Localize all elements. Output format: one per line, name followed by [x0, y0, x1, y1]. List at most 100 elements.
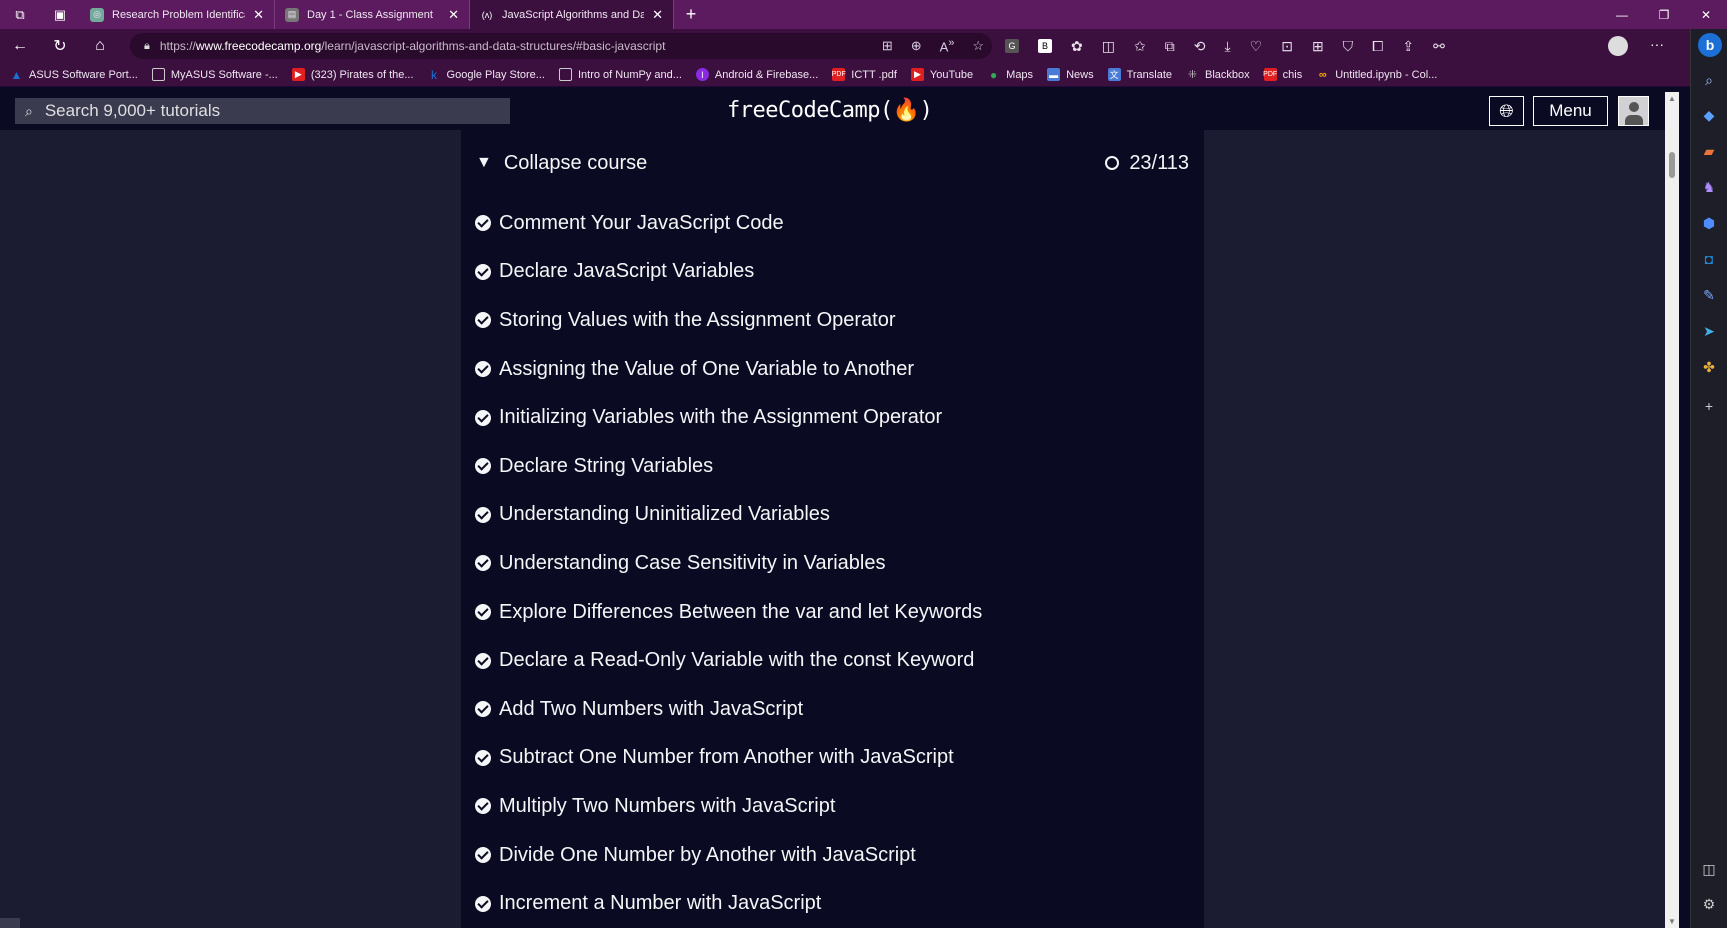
close-tab-icon[interactable]: ✕	[448, 7, 459, 23]
lesson-item[interactable]: Add Two Numbers with JavaScript	[475, 685, 982, 734]
hide-sidebar-icon[interactable]: ◫	[1700, 860, 1718, 878]
add-icon[interactable]: +	[1700, 397, 1718, 415]
lesson-item[interactable]: Subtract One Number from Another with Ja…	[475, 734, 982, 783]
bookmark-myasus[interactable]: MyASUS Software -...	[151, 68, 278, 81]
designer-icon[interactable]: ✎	[1700, 286, 1718, 304]
favorite-star-icon[interactable]: ☆	[972, 38, 984, 54]
check-circle-icon	[475, 604, 491, 621]
search-icon[interactable]: ⌕	[1700, 71, 1718, 89]
home-icon[interactable]: ⌂	[80, 29, 120, 63]
fcc-logo[interactable]: freeCodeCamp(🔥)	[727, 98, 933, 123]
check-circle-icon	[475, 798, 491, 815]
bookmark-pirates[interactable]: ▶ (323) Pirates of the...	[291, 68, 414, 81]
share-icon[interactable]: ⇪	[1402, 38, 1414, 55]
new-tab-button[interactable]: +	[674, 4, 708, 25]
lesson-item[interactable]: Storing Values with the Assignment Opera…	[475, 296, 982, 345]
restore-icon[interactable]: ❐	[1643, 0, 1685, 29]
avatar-head	[1629, 102, 1639, 112]
collapse-course-button[interactable]: ▼ Collapse course 23/113	[476, 150, 1189, 176]
lesson-item[interactable]: Understanding Case Sensitivity in Variab…	[475, 539, 982, 588]
bookmark-news[interactable]: ▬ News	[1047, 68, 1094, 81]
address-bar[interactable]: 🔒︎ https://www.freecodecamp.org/learn/ja…	[130, 33, 992, 59]
lesson-item[interactable]: Declare String Variables	[475, 442, 982, 491]
lesson-item[interactable]: Divide One Number by Another with JavaSc…	[475, 831, 982, 880]
extensions-icon[interactable]: ✿	[1071, 38, 1083, 55]
menu-button[interactable]: Menu	[1533, 96, 1608, 126]
scroll-corner	[0, 918, 20, 928]
bookmark-youtube[interactable]: ▶ YouTube	[910, 68, 973, 81]
close-tab-icon[interactable]: ✕	[253, 7, 264, 23]
tools-icon[interactable]: ▰	[1700, 142, 1718, 160]
shopping-tag-icon[interactable]: ◆	[1700, 106, 1718, 124]
collections-icon[interactable]: ⧉	[1165, 38, 1175, 55]
lesson-item[interactable]: Understanding Uninitialized Variables	[475, 491, 982, 540]
lesson-item[interactable]: Multiply Two Numbers with JavaScript	[475, 782, 982, 831]
user-avatar[interactable]	[1618, 96, 1649, 126]
bookmark-asus[interactable]: ▲ ASUS Software Port...	[10, 68, 138, 82]
bookmark-translate[interactable]: 文 Translate	[1107, 68, 1172, 81]
microsoft-365-icon[interactable]: ⬢	[1700, 214, 1718, 232]
bookmarks-bar: ▲ ASUS Software Port... MyASUS Software -…	[0, 63, 1690, 87]
blackbox-extension-icon[interactable]: B	[1038, 39, 1052, 53]
zoom-icon[interactable]: ⊕	[911, 38, 922, 54]
lesson-item[interactable]: Declare JavaScript Variables	[475, 248, 982, 297]
bookmark-ictt[interactable]: PDF ICTT .pdf	[832, 68, 897, 81]
scroll-up-icon[interactable]: ▲	[1668, 94, 1676, 103]
browser-tab-class-assignment[interactable]: ▤ Day 1 - Class Assignment ✕	[275, 0, 470, 29]
scrollbar-thumb[interactable]	[1669, 152, 1675, 178]
send-icon[interactable]: ➤	[1700, 322, 1718, 340]
web-capture-icon[interactable]: ⧠	[1372, 38, 1383, 55]
check-circle-icon	[475, 506, 491, 523]
lock-icon[interactable]: 🔒︎	[144, 40, 150, 53]
performance-icon[interactable]: ♡	[1250, 38, 1263, 55]
browser-tab-freecodecamp[interactable]: (ʌ) JavaScript Algorithms and Data S ✕	[470, 0, 674, 29]
copilot-icon[interactable]: b	[1698, 33, 1722, 57]
profile-avatar[interactable]	[1608, 36, 1628, 56]
bookmark-colab[interactable]: ∞ Untitled.ipynb - Col...	[1316, 68, 1438, 81]
app-available-icon[interactable]: ⊞	[882, 38, 893, 54]
grammarly-extension-icon[interactable]: G	[1005, 39, 1019, 53]
language-globe-button[interactable]: 🌐︎	[1489, 96, 1524, 126]
scroll-down-icon[interactable]: ▼	[1668, 917, 1676, 926]
more-options-icon[interactable]: ···	[1650, 36, 1664, 52]
games-icon[interactable]: ♞	[1700, 178, 1718, 196]
lesson-item[interactable]: Assigning the Value of One Variable to A…	[475, 345, 982, 394]
lesson-item[interactable]: Initializing Variables with the Assignme…	[475, 393, 982, 442]
minimize-icon[interactable]: —	[1601, 0, 1643, 29]
close-tab-icon[interactable]: ✕	[652, 7, 663, 23]
downloads-icon[interactable]: ⤓	[1224, 38, 1230, 55]
favorites-icon[interactable]: ✩	[1134, 38, 1146, 55]
screenshot-icon[interactable]: ⊡	[1281, 38, 1293, 55]
browser-tab-research[interactable]: ◎ Research Problem Identification ( ✕	[80, 0, 275, 29]
outlook-icon[interactable]: ◘	[1700, 250, 1718, 268]
lesson-item[interactable]: Declare a Read-Only Variable with the co…	[475, 636, 982, 685]
bookmark-play-store[interactable]: k Google Play Store...	[428, 68, 545, 82]
bookmark-maps[interactable]: ● Maps	[987, 68, 1033, 82]
history-icon[interactable]: ⟲	[1194, 38, 1206, 55]
bookmark-android-firebase[interactable]: I Android & Firebase...	[695, 68, 818, 81]
refresh-icon[interactable]: ↻	[40, 29, 80, 63]
lesson-item[interactable]: Comment Your JavaScript Code	[475, 199, 982, 248]
search-input[interactable]: ⌕ Search 9,000+ tutorials	[15, 98, 510, 124]
back-icon[interactable]: ←	[0, 29, 40, 63]
page-scrollbar[interactable]: ▲ ▼	[1665, 92, 1679, 928]
workspaces-icon[interactable]: ⧉	[0, 0, 40, 29]
settings-gear-icon[interactable]: ⚙	[1700, 895, 1718, 913]
pinwheel-icon[interactable]: ✤	[1700, 358, 1718, 376]
bookmark-blackbox[interactable]: ⁜ Blackbox	[1186, 68, 1250, 82]
course-progress: 23/113	[1105, 152, 1189, 175]
page-icon	[151, 68, 165, 81]
split-screen-icon[interactable]: ◫	[1102, 38, 1115, 55]
browser-essentials-icon[interactable]: ⛉	[1343, 38, 1354, 55]
bookmark-chis[interactable]: PDF chis	[1263, 68, 1302, 81]
link-icon[interactable]: ⚯	[1433, 38, 1445, 55]
close-window-icon[interactable]: ✕	[1685, 0, 1727, 29]
colab-icon: ∞	[1318, 68, 1327, 81]
triangle-down-icon: ▼	[476, 154, 492, 171]
apps-icon[interactable]: ⊞	[1312, 38, 1324, 55]
lesson-item[interactable]: Increment a Number with JavaScript	[475, 879, 982, 928]
tab-actions-icon[interactable]: ▣	[40, 0, 80, 29]
read-aloud-icon[interactable]: A»	[940, 37, 955, 54]
bookmark-numpy[interactable]: Intro of NumPy and...	[558, 68, 682, 81]
lesson-item[interactable]: Explore Differences Between the var and …	[475, 588, 982, 637]
